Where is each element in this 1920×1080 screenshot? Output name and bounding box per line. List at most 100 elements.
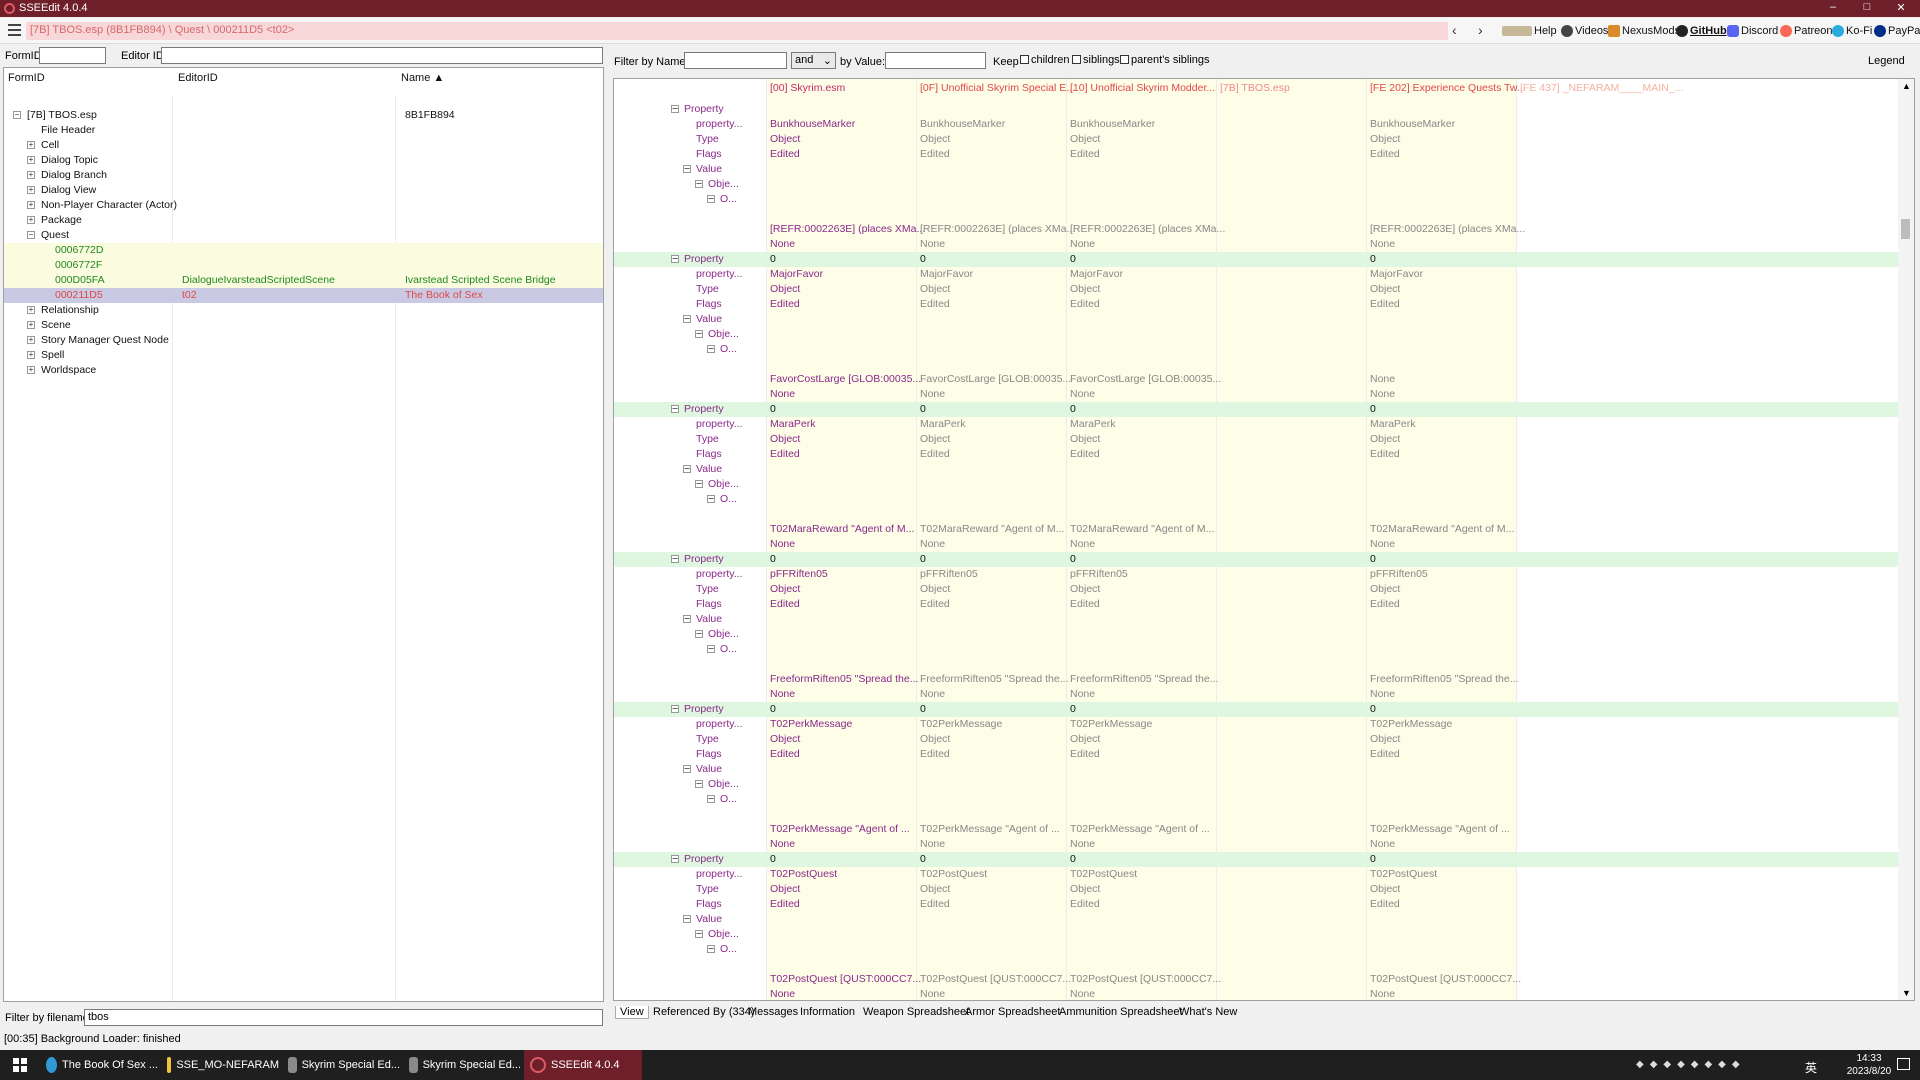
grid-row[interactable]: T02MaraReward "Agent of M... T02MaraRewar…: [614, 522, 1914, 537]
siblings-checkbox[interactable]: [1072, 55, 1081, 64]
grid-row[interactable]: − O...: [614, 192, 1914, 207]
grid-row[interactable]: − Property: [614, 402, 1914, 417]
grid-row[interactable]: − Value: [614, 162, 1914, 177]
collapse-icon[interactable]: −: [695, 179, 703, 189]
expand-icon[interactable]: +: [27, 156, 35, 164]
grid-row[interactable]: Flags Edited Edited Edited Edited: [614, 447, 1914, 462]
scroll-up-icon[interactable]: ▲: [1902, 81, 1911, 91]
grid-row[interactable]: [614, 807, 1914, 822]
forward-button[interactable]: ›: [1478, 23, 1483, 37]
maximize-button[interactable]: □: [1852, 1, 1882, 13]
collapse-icon[interactable]: −: [707, 794, 715, 804]
taskbar-item-skyrim-2[interactable]: Skyrim Special Ed...: [403, 1050, 521, 1080]
filter-logic-select[interactable]: and ⌄: [791, 52, 836, 69]
collapse-icon[interactable]: −: [671, 554, 679, 564]
scroll-down-icon[interactable]: ▼: [1902, 988, 1911, 998]
collapse-icon[interactable]: −: [707, 344, 715, 354]
grid-row[interactable]: − Obje...: [614, 627, 1914, 642]
column-header[interactable]: [10] Unofficial Skyrim Modder...: [1070, 82, 1215, 94]
kofi-button[interactable]: Ko-Fi: [1832, 23, 1872, 39]
tree-row[interactable]: + Package: [4, 213, 603, 228]
grid-row[interactable]: − Property: [614, 252, 1914, 267]
grid-row[interactable]: property... MajorFavor MajorFavor MajorFavo…: [614, 267, 1914, 282]
tab-information[interactable]: Information: [800, 1006, 855, 1018]
filter-filename-input[interactable]: tbos: [84, 1009, 603, 1026]
grid-row[interactable]: − Value: [614, 912, 1914, 927]
filter-name-input[interactable]: [684, 52, 787, 69]
grid-row[interactable]: − O...: [614, 642, 1914, 657]
tree-row[interactable]: + Story Manager Quest Node: [4, 333, 603, 348]
filter-value-input[interactable]: [885, 52, 986, 69]
grid-row[interactable]: − Value: [614, 762, 1914, 777]
expand-icon[interactable]: +: [27, 141, 35, 149]
expand-icon[interactable]: +: [27, 366, 35, 374]
tab-weapon-spreadsheet[interactable]: Weapon Spreadsheet: [863, 1006, 969, 1018]
paypal-button[interactable]: PayPal: [1874, 23, 1920, 39]
collapse-icon[interactable]: −: [683, 614, 691, 624]
collapse-icon[interactable]: −: [695, 479, 703, 489]
grid-row[interactable]: None None None None: [614, 987, 1914, 1000]
grid-row[interactable]: Type Object Object Object Object: [614, 582, 1914, 597]
col-header-editorid[interactable]: EditorID: [178, 72, 218, 84]
collapse-icon[interactable]: −: [683, 164, 691, 174]
collapse-icon[interactable]: −: [671, 854, 679, 864]
editorid-input[interactable]: [161, 47, 603, 64]
grid-row[interactable]: − Property: [614, 102, 1914, 117]
collapse-icon[interactable]: −: [695, 779, 703, 789]
collapse-icon[interactable]: −: [671, 254, 679, 264]
column-header[interactable]: [7B] TBOS.esp: [1220, 82, 1290, 94]
tree-row[interactable]: + Non-Player Character (Actor): [4, 198, 603, 213]
grid-row[interactable]: Type Object Object Object Object: [614, 732, 1914, 747]
grid-row[interactable]: − Property: [614, 702, 1914, 717]
collapse-icon[interactable]: −: [683, 464, 691, 474]
collapse-icon[interactable]: −: [683, 914, 691, 924]
tree-row[interactable]: + Dialog Topic: [4, 153, 603, 168]
taskbar-item-folder[interactable]: SSE_MO-NEFARAM: [161, 1050, 279, 1080]
minimize-button[interactable]: –: [1818, 1, 1848, 13]
tree-row[interactable]: 000211D5 t02 The Book of Sex: [4, 288, 603, 303]
grid-row[interactable]: FreeformRiften05 "Spread the... FreeformR…: [614, 672, 1914, 687]
ime-indicator[interactable]: 英: [1805, 1059, 1817, 1076]
grid-row[interactable]: Flags Edited Edited Edited Edited: [614, 297, 1914, 312]
grid-row[interactable]: [614, 957, 1914, 972]
column-header[interactable]: [0F] Unofficial Skyrim Special E...: [920, 82, 1075, 94]
grid-row[interactable]: Type Object Object Object Object: [614, 432, 1914, 447]
expand-icon[interactable]: +: [27, 216, 35, 224]
github-button[interactable]: GitHub: [1676, 23, 1727, 39]
grid-row[interactable]: Flags Edited Edited Edited Edited: [614, 597, 1914, 612]
help-button[interactable]: Help: [1502, 23, 1557, 39]
legend-button[interactable]: Legend: [1868, 55, 1905, 67]
grid-row[interactable]: None None None None: [614, 237, 1914, 252]
collapse-icon[interactable]: −: [695, 629, 703, 639]
grid-row[interactable]: FavorCostLarge [GLOB:00035... FavorCostLa…: [614, 372, 1914, 387]
tree-row[interactable]: − Quest: [4, 228, 603, 243]
grid-row[interactable]: [614, 507, 1914, 522]
clock-date[interactable]: 2023/8/20: [1845, 1066, 1893, 1077]
grid-row[interactable]: − Obje...: [614, 927, 1914, 942]
tree-row[interactable]: 0006772D: [4, 243, 603, 258]
tree-row[interactable]: + Scene: [4, 318, 603, 333]
grid-row[interactable]: None None None None: [614, 687, 1914, 702]
expand-icon[interactable]: +: [27, 306, 35, 314]
collapse-icon[interactable]: −: [683, 314, 691, 324]
scrollbar-thumb[interactable]: [1901, 219, 1910, 239]
windows-start-icon[interactable]: [13, 1058, 27, 1072]
grid-row[interactable]: − Obje...: [614, 177, 1914, 192]
parents-siblings-checkbox[interactable]: [1120, 55, 1129, 64]
grid-row[interactable]: Flags Edited Edited Edited Edited: [614, 147, 1914, 162]
collapse-icon[interactable]: −: [707, 494, 715, 504]
clock-time[interactable]: 14:33: [1845, 1053, 1893, 1064]
expand-icon[interactable]: +: [27, 186, 35, 194]
grid-row[interactable]: T02PostQuest [QUST:000CC7... T02PostQuest…: [614, 972, 1914, 987]
expand-icon[interactable]: +: [27, 351, 35, 359]
notification-icon[interactable]: [1897, 1058, 1910, 1070]
taskbar-item-skyrim-1[interactable]: Skyrim Special Ed...: [282, 1050, 400, 1080]
tray-icons[interactable]: ◆◆◆◆◆◆◆◆: [1636, 1059, 1746, 1070]
grid-row[interactable]: − Property: [614, 552, 1914, 567]
patreon-button[interactable]: Patreon: [1780, 23, 1833, 39]
grid-row[interactable]: [614, 207, 1914, 222]
collapse-icon[interactable]: −: [671, 104, 679, 114]
collapse-icon[interactable]: −: [695, 929, 703, 939]
collapse-icon[interactable]: −: [671, 704, 679, 714]
grid-row[interactable]: − Value: [614, 612, 1914, 627]
